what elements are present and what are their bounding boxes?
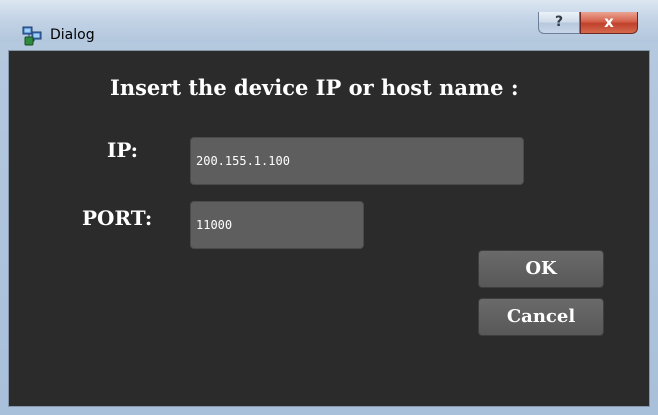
prompt-text: Insert the device IP or host name : — [110, 75, 519, 100]
window-title: Dialog — [50, 27, 95, 43]
port-label: PORT: — [82, 206, 153, 230]
title-bar[interactable]: Dialog ? x — [0, 0, 658, 46]
ip-label: IP: — [107, 138, 139, 162]
port-input[interactable] — [190, 201, 364, 249]
close-button[interactable]: x — [580, 12, 638, 34]
network-devices-icon — [22, 26, 42, 46]
ok-button[interactable]: OK — [478, 250, 604, 288]
ip-input[interactable] — [190, 137, 524, 185]
help-button[interactable]: ? — [538, 12, 580, 34]
dialog-window: Dialog ? x Insert the device IP or host … — [0, 0, 658, 415]
cancel-button[interactable]: Cancel — [478, 298, 604, 336]
